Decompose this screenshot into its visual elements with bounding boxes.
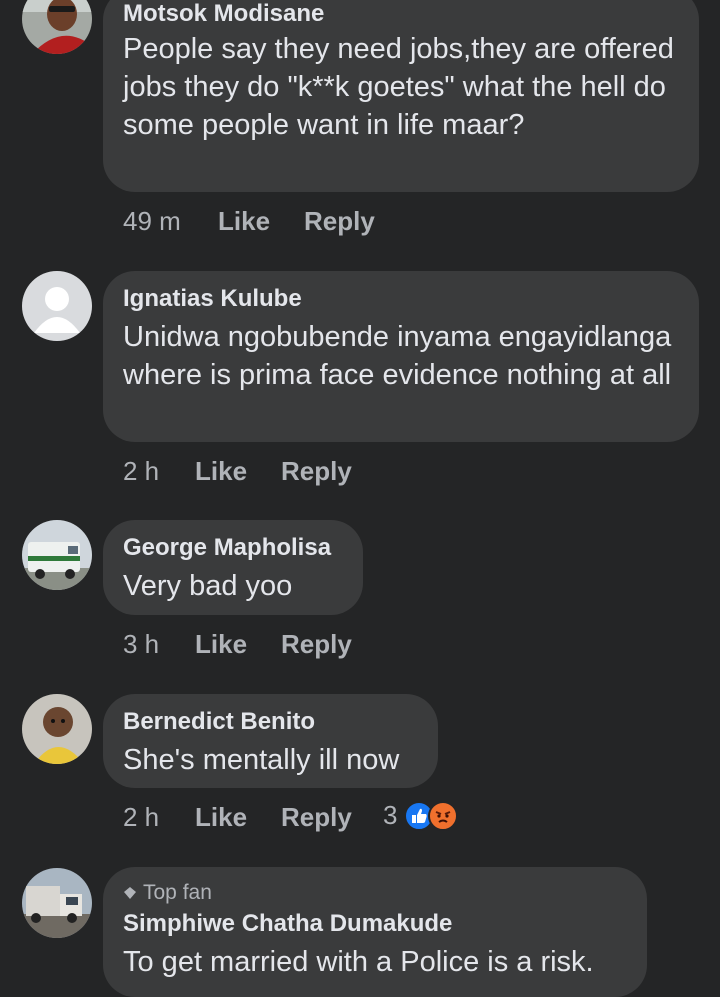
avatar[interactable] — [22, 520, 92, 590]
comment-time[interactable]: 2 h — [123, 456, 159, 487]
truck-photo-icon — [22, 868, 92, 938]
comment-bubble: Motsok Modisane People say they need job… — [103, 0, 699, 192]
comment-text: People say they need jobs,they are offer… — [123, 33, 674, 141]
comment-text: Unidwa ngobubende inyama engayidlanga wh… — [123, 321, 672, 391]
default-profile-icon — [22, 271, 92, 341]
reaction-count: 3 — [383, 800, 398, 830]
comment-author[interactable]: Motsok Modisane — [123, 0, 324, 28]
like-button[interactable]: Like — [195, 629, 247, 660]
avatar[interactable] — [22, 271, 92, 341]
reply-button[interactable]: Reply — [281, 629, 352, 660]
comment-author[interactable]: George Mapholisa — [123, 534, 331, 562]
comment-time[interactable]: 49 m — [123, 206, 181, 237]
comment-author[interactable]: Bernedict Benito — [123, 708, 315, 736]
comment-time[interactable]: 2 h — [123, 802, 159, 833]
avatar[interactable] — [22, 694, 92, 764]
like-button[interactable]: Like — [218, 206, 270, 237]
comment-author[interactable]: Simphiwe Chatha Dumakude — [123, 910, 452, 938]
police-van-photo-icon — [22, 520, 92, 590]
reply-button[interactable]: Reply — [304, 206, 375, 237]
top-fan-badge: Top fan — [123, 881, 212, 905]
top-fan-label: Top fan — [143, 881, 212, 904]
comment-bubble: Top fan Simphiwe Chatha Dumakude To get … — [103, 867, 647, 997]
angry-reaction-icon — [428, 801, 458, 831]
person-photo-icon — [22, 0, 92, 54]
like-button[interactable]: Like — [195, 802, 247, 833]
comment-time[interactable]: 3 h — [123, 629, 159, 660]
avatar[interactable] — [22, 0, 92, 54]
reply-button[interactable]: Reply — [281, 456, 352, 487]
comment-bubble: George Mapholisa Very bad yoo — [103, 520, 363, 615]
comment-author[interactable]: Ignatias Kulube — [123, 285, 302, 313]
avatar[interactable] — [22, 868, 92, 938]
comment-bubble: Ignatias Kulube Unidwa ngobubende inyama… — [103, 271, 699, 442]
reply-button[interactable]: Reply — [281, 802, 352, 833]
comment-bubble: Bernedict Benito She's mentally ill now — [103, 694, 438, 788]
like-button[interactable]: Like — [195, 456, 247, 487]
diamond-icon — [124, 887, 136, 899]
baby-photo-icon — [22, 694, 92, 764]
comment-text: To get married with a Police is a risk. — [123, 946, 594, 978]
comment-text: She's mentally ill now — [123, 744, 400, 776]
comment-text: Very bad yoo — [123, 570, 293, 602]
